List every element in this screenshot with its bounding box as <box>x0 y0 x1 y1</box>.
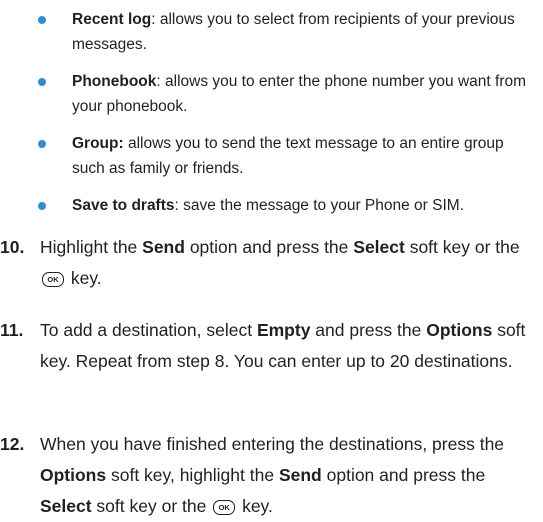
step-number: 12. <box>0 434 25 454</box>
send-option: Send <box>278 465 322 485</box>
term-recent-log: Recent log <box>72 11 152 28</box>
step-11: 11. To add a destination, select Empty a… <box>0 315 535 377</box>
bullet-icon <box>38 202 46 210</box>
step-number: 11. <box>0 320 24 340</box>
list-item-save-to-drafts: Save to drafts: save the message to your… <box>35 193 535 218</box>
empty-option: Empty <box>256 320 311 340</box>
ok-key-icon: OK <box>42 272 64 287</box>
step-12: 12. When you have finished entering the … <box>0 429 535 522</box>
term-group: Group: <box>72 135 124 152</box>
manual-page: Recent log: allows you to select from re… <box>0 0 543 516</box>
options-soft-key: Options <box>426 320 493 340</box>
term-phonebook: Phonebook <box>72 73 157 90</box>
list-item-recent-log: Recent log: allows you to select from re… <box>35 7 535 57</box>
send-option: Send <box>142 237 185 257</box>
bullet-icon <box>38 140 46 148</box>
desc-save-to-drafts: save the message to your Phone or SIM. <box>178 197 465 214</box>
bullet-icon <box>38 78 46 86</box>
ok-key-icon: OK <box>213 500 236 515</box>
step-10: 10. Highlight the Send option and press … <box>0 232 535 294</box>
list-item-phonebook: Phonebook: allows you to enter the phone… <box>35 69 535 119</box>
bullet-icon <box>38 16 46 24</box>
list-item-group: Group: allows you to send the text messa… <box>35 131 535 181</box>
select-soft-key: Select <box>353 237 405 257</box>
term-save-to-drafts: Save to drafts <box>72 197 175 214</box>
desc-group: allows you to send the text message to a… <box>72 135 504 177</box>
select-soft-key: Select <box>40 496 92 516</box>
step-number: 10. <box>0 237 25 257</box>
options-soft-key: Options <box>40 465 107 485</box>
recipient-options-list: Recent log: allows you to select from re… <box>35 0 535 218</box>
